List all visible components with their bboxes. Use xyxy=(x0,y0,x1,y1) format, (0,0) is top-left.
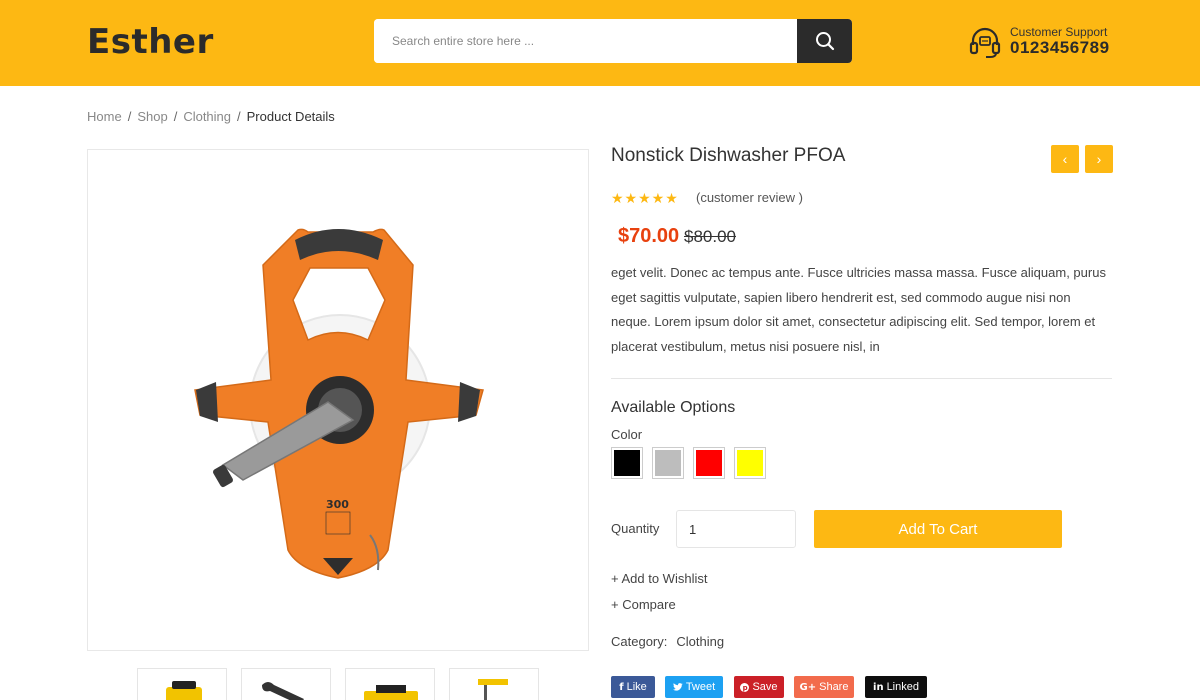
support-label: Customer Support xyxy=(1010,25,1108,39)
breadcrumb-separator: / xyxy=(173,109,178,124)
current-price: $70.00 xyxy=(618,225,680,247)
divider xyxy=(611,378,1112,379)
breadcrumb-clothing[interactable]: Clothing xyxy=(183,109,231,124)
google-plus-share-button[interactable]: G+ Share xyxy=(794,676,854,698)
twitter-tweet-button[interactable]: Tweet xyxy=(665,676,723,698)
product-description: eget velit. Donec ac tempus ante. Fusce … xyxy=(611,265,1106,354)
thumbnail-3[interactable] xyxy=(345,668,435,700)
color-swatch-black[interactable] xyxy=(611,447,643,479)
add-to-wishlist-link[interactable]: + Add to Wishlist xyxy=(611,571,707,586)
svg-text:p: p xyxy=(743,684,748,692)
google-plus-icon: G+ xyxy=(799,681,817,693)
breadcrumb-separator: / xyxy=(127,109,132,124)
rating-stars-icon: ★★★★★ xyxy=(611,190,679,206)
quantity-input[interactable] xyxy=(676,510,796,548)
quantity-label: Quantity xyxy=(611,521,660,536)
headset-icon xyxy=(969,27,1001,58)
available-options-title: Available Options xyxy=(611,399,736,416)
old-price: $80.00 xyxy=(684,227,736,246)
breadcrumb-home[interactable]: Home xyxy=(87,109,122,124)
site-logo[interactable]: Esther xyxy=(87,22,214,62)
tape-measure-image: 300 xyxy=(194,228,484,579)
linkedin-share-button[interactable]: in Linked xyxy=(865,676,927,698)
thumbnail-strip xyxy=(137,668,539,700)
customer-review-link[interactable]: (customer review ) xyxy=(696,190,803,205)
tool-thumbnail-image xyxy=(166,681,202,700)
next-product-button[interactable]: › xyxy=(1085,145,1113,173)
facebook-like-button[interactable]: f Like xyxy=(611,676,655,698)
toolbox-thumbnail-image xyxy=(364,685,418,700)
product-category: Category: Clothing xyxy=(611,634,724,649)
support-phone[interactable]: 0123456789 xyxy=(1010,38,1110,58)
breadcrumb: Home / Shop / Clothing / Product Details xyxy=(87,109,335,124)
pinterest-save-button[interactable]: p Save xyxy=(734,676,784,698)
breadcrumb-separator: / xyxy=(237,109,241,124)
thumbnail-2[interactable] xyxy=(241,668,331,700)
compare-link[interactable]: + Compare xyxy=(611,597,676,612)
level-thumbnail-image xyxy=(478,679,508,700)
prev-product-button[interactable]: ‹ xyxy=(1051,145,1079,173)
search-input[interactable] xyxy=(374,19,796,63)
color-swatch-yellow[interactable] xyxy=(734,447,766,479)
color-label: Color xyxy=(611,427,643,442)
breadcrumb-current: Product Details xyxy=(246,109,335,124)
color-swatch-gray[interactable] xyxy=(652,447,684,479)
linkedin-icon: in xyxy=(873,681,884,693)
category-value[interactable]: Clothing xyxy=(676,634,724,649)
twitter-icon xyxy=(672,682,683,691)
wrench-thumbnail-image xyxy=(262,682,304,700)
add-to-cart-button[interactable]: Add To Cart xyxy=(814,510,1062,548)
chevron-left-icon: ‹ xyxy=(1062,151,1068,167)
search-bar xyxy=(374,19,852,63)
pinterest-icon: p xyxy=(740,682,750,692)
thumbnail-1[interactable] xyxy=(137,668,227,700)
search-icon xyxy=(815,32,834,51)
product-title: Nonstick Dishwasher PFOA xyxy=(611,145,846,166)
category-label: Category: xyxy=(611,634,668,649)
search-button[interactable] xyxy=(797,19,852,63)
facebook-icon: f xyxy=(619,681,624,693)
product-main-image[interactable]: 300 xyxy=(87,149,589,651)
chevron-right-icon: › xyxy=(1096,151,1102,167)
breadcrumb-shop[interactable]: Shop xyxy=(137,109,167,124)
thumbnail-4[interactable] xyxy=(449,668,539,700)
color-swatch-red[interactable] xyxy=(693,447,725,479)
site-header: Esther Customer Support 0123456789 xyxy=(0,0,1200,86)
svg-text:300: 300 xyxy=(326,498,349,511)
